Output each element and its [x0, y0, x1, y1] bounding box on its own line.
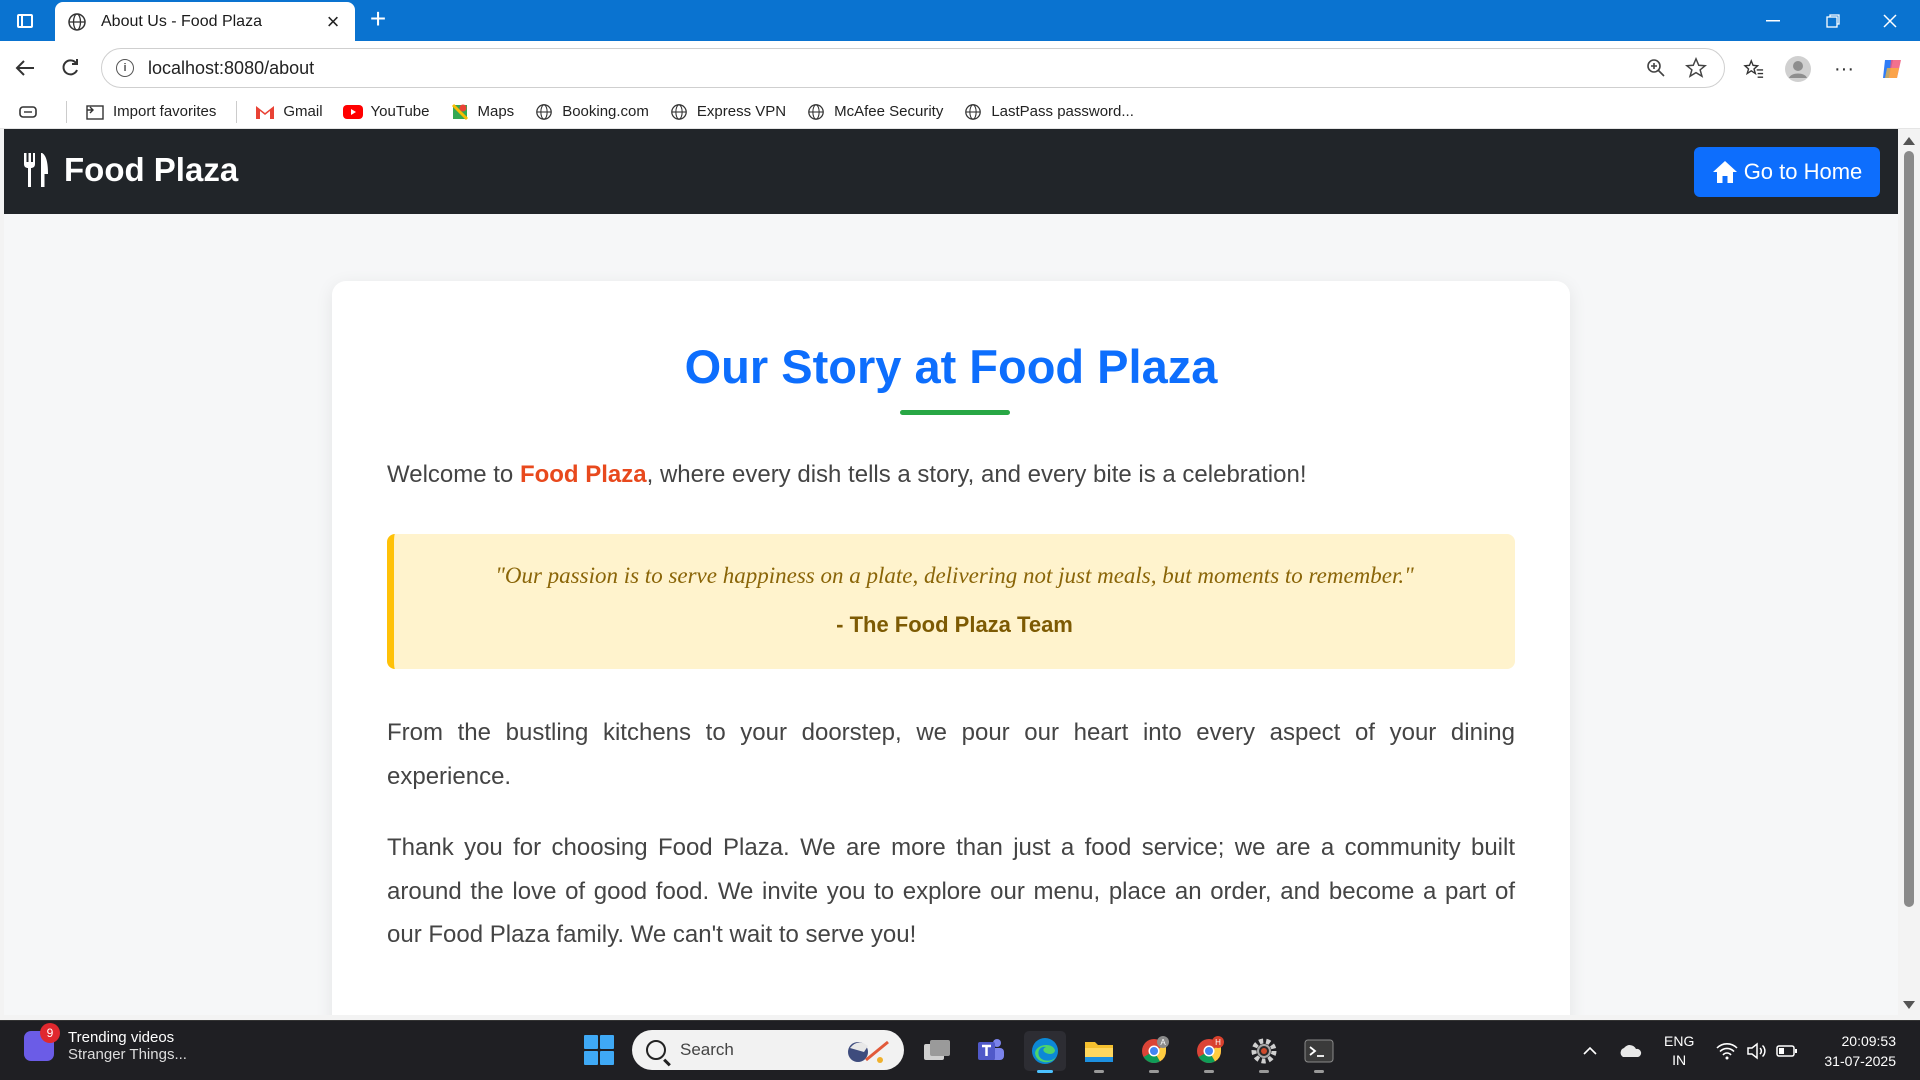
page-title: Our Story at Food Plaza — [684, 340, 1218, 393]
favorites-bar: Import favorites Gmail YouTube Maps Book… — [0, 95, 1920, 129]
chrome-badge-a: A — [1160, 1038, 1166, 1047]
back-button[interactable] — [8, 51, 42, 85]
quote-author: - The Food Plaza Team — [836, 612, 1073, 637]
about-card: Our Story at Food Plaza Welcome to Food … — [332, 281, 1570, 1015]
taskbar-search[interactable]: Search — [632, 1030, 904, 1070]
widget-subtitle: Stranger Things... — [68, 1046, 187, 1063]
search-label: Search — [680, 1040, 734, 1059]
terminal-icon[interactable] — [1298, 1031, 1340, 1073]
site-navbar: Food Plaza Go to Home — [4, 129, 1898, 214]
new-tab-button[interactable]: + — [364, 5, 392, 34]
search-highlight-icon — [848, 1040, 889, 1063]
refresh-button[interactable] — [53, 51, 87, 85]
import-icon — [85, 103, 105, 121]
windows-taskbar: 9 Trending videos Stranger Things... Sea… — [0, 1020, 1920, 1080]
favorites-icon[interactable] — [1738, 53, 1770, 85]
chrome-profile-h-icon[interactable]: H — [1188, 1031, 1230, 1073]
battery-icon[interactable] — [1776, 1021, 1798, 1080]
search-icon — [646, 1040, 666, 1060]
paragraph-1: From the bustling kitchens to your doors… — [387, 719, 1515, 790]
browser-title-bar: About Us - Food Plaza × + — [0, 0, 1920, 41]
edge-icon[interactable] — [1024, 1031, 1066, 1073]
intro-text: Welcome to Food Plaza, where every dish … — [387, 461, 1307, 488]
home-button-label: Go to Home — [1743, 159, 1863, 184]
globe-icon — [806, 103, 826, 121]
page-scrollbar[interactable] — [1898, 129, 1920, 1015]
brand-name: Food Plaza — [64, 151, 239, 188]
file-explorer-icon[interactable] — [1078, 1031, 1120, 1073]
widgets-button[interactable]: 9 Trending videos Stranger Things... — [24, 1023, 187, 1063]
site-brand[interactable]: Food Plaza — [22, 151, 238, 189]
site-info-icon[interactable]: i — [116, 59, 134, 77]
home-icon — [1712, 161, 1737, 183]
chrome-profile-a-icon[interactable]: A — [1133, 1031, 1175, 1073]
address-bar[interactable]: i localhost:8080/about — [101, 48, 1725, 88]
fav-import-favorites[interactable]: Import favorites — [85, 103, 216, 121]
widget-badge: 9 — [40, 1023, 60, 1043]
restore-button[interactable] — [1805, 0, 1861, 41]
settings-icon[interactable] — [1243, 1031, 1285, 1073]
browser-toolbar: i localhost:8080/about ··· — [0, 41, 1920, 95]
go-to-home-button[interactable]: Go to Home — [1694, 147, 1880, 197]
tab-title: About Us - Food Plaza — [101, 12, 262, 30]
globe-icon — [534, 103, 554, 121]
gmail-icon — [255, 103, 275, 121]
tab-close-icon[interactable]: × — [323, 10, 343, 32]
brand-highlight: Food Plaza — [519, 461, 647, 488]
fav-booking[interactable]: Booking.com — [534, 103, 649, 121]
favorites-separator — [236, 100, 238, 123]
chrome-badge-h: H — [1215, 1038, 1221, 1047]
clock-date: 31-07-2025 — [1824, 1053, 1896, 1069]
utensils-icon — [24, 153, 48, 187]
widget-title: Trending videos — [68, 1029, 175, 1046]
onedrive-icon[interactable] — [1618, 1021, 1642, 1080]
title-underline — [900, 410, 1010, 415]
teams-icon[interactable] — [970, 1031, 1012, 1071]
fav-lastpass[interactable]: LastPass password... — [963, 103, 1134, 121]
system-clock[interactable]: 20:09:53 31-07-2025 — [1808, 1031, 1896, 1071]
quote-text: "Our passion is to serve happiness on a … — [495, 563, 1414, 588]
fav-youtube[interactable]: YouTube — [342, 103, 430, 121]
quote-block: "Our passion is to serve happiness on a … — [387, 534, 1515, 669]
profile-avatar[interactable] — [1782, 53, 1814, 85]
task-view-icon[interactable] — [916, 1031, 958, 1071]
globe-icon — [68, 12, 86, 31]
minimize-button[interactable] — [1745, 0, 1801, 41]
maps-icon — [450, 103, 470, 121]
page-viewport: Food Plaza Go to Home Our Story at Food … — [4, 129, 1898, 1015]
wifi-icon[interactable] — [1716, 1021, 1738, 1080]
favorites-menu-icon[interactable] — [18, 103, 46, 121]
window-menu-icon[interactable] — [10, 8, 40, 34]
more-options-icon[interactable]: ··· — [1828, 53, 1860, 85]
copilot-icon[interactable] — [1876, 53, 1908, 85]
start-button[interactable] — [584, 1035, 614, 1065]
paragraph-2: Thank you for choosing Food Plaza. We ar… — [387, 834, 1515, 948]
favorites-separator — [66, 100, 67, 123]
browser-tab-about[interactable]: About Us - Food Plaza × — [55, 2, 355, 41]
fav-express-vpn[interactable]: Express VPN — [669, 103, 786, 121]
scroll-thumb[interactable] — [1904, 151, 1914, 907]
zoom-icon[interactable] — [1642, 54, 1670, 82]
fav-maps[interactable]: Maps — [450, 103, 514, 121]
globe-icon — [669, 103, 689, 121]
show-hidden-icons[interactable] — [1582, 1021, 1598, 1080]
url-text: localhost:8080/about — [148, 57, 315, 78]
favorite-star-icon[interactable] — [1682, 54, 1710, 82]
scroll-down-arrow[interactable] — [1903, 1001, 1915, 1009]
language-indicator[interactable]: ENG IN — [1664, 1021, 1694, 1080]
widgets-icon: 9 — [24, 1023, 60, 1061]
youtube-icon — [342, 103, 363, 121]
fav-gmail[interactable]: Gmail — [255, 103, 323, 121]
clock-time: 20:09:53 — [1841, 1033, 1897, 1049]
volume-icon[interactable] — [1746, 1021, 1768, 1080]
scroll-up-arrow[interactable] — [1903, 137, 1915, 145]
globe-icon — [963, 103, 983, 121]
close-window-button[interactable] — [1862, 0, 1918, 41]
fav-mcafee[interactable]: McAfee Security — [806, 103, 943, 121]
